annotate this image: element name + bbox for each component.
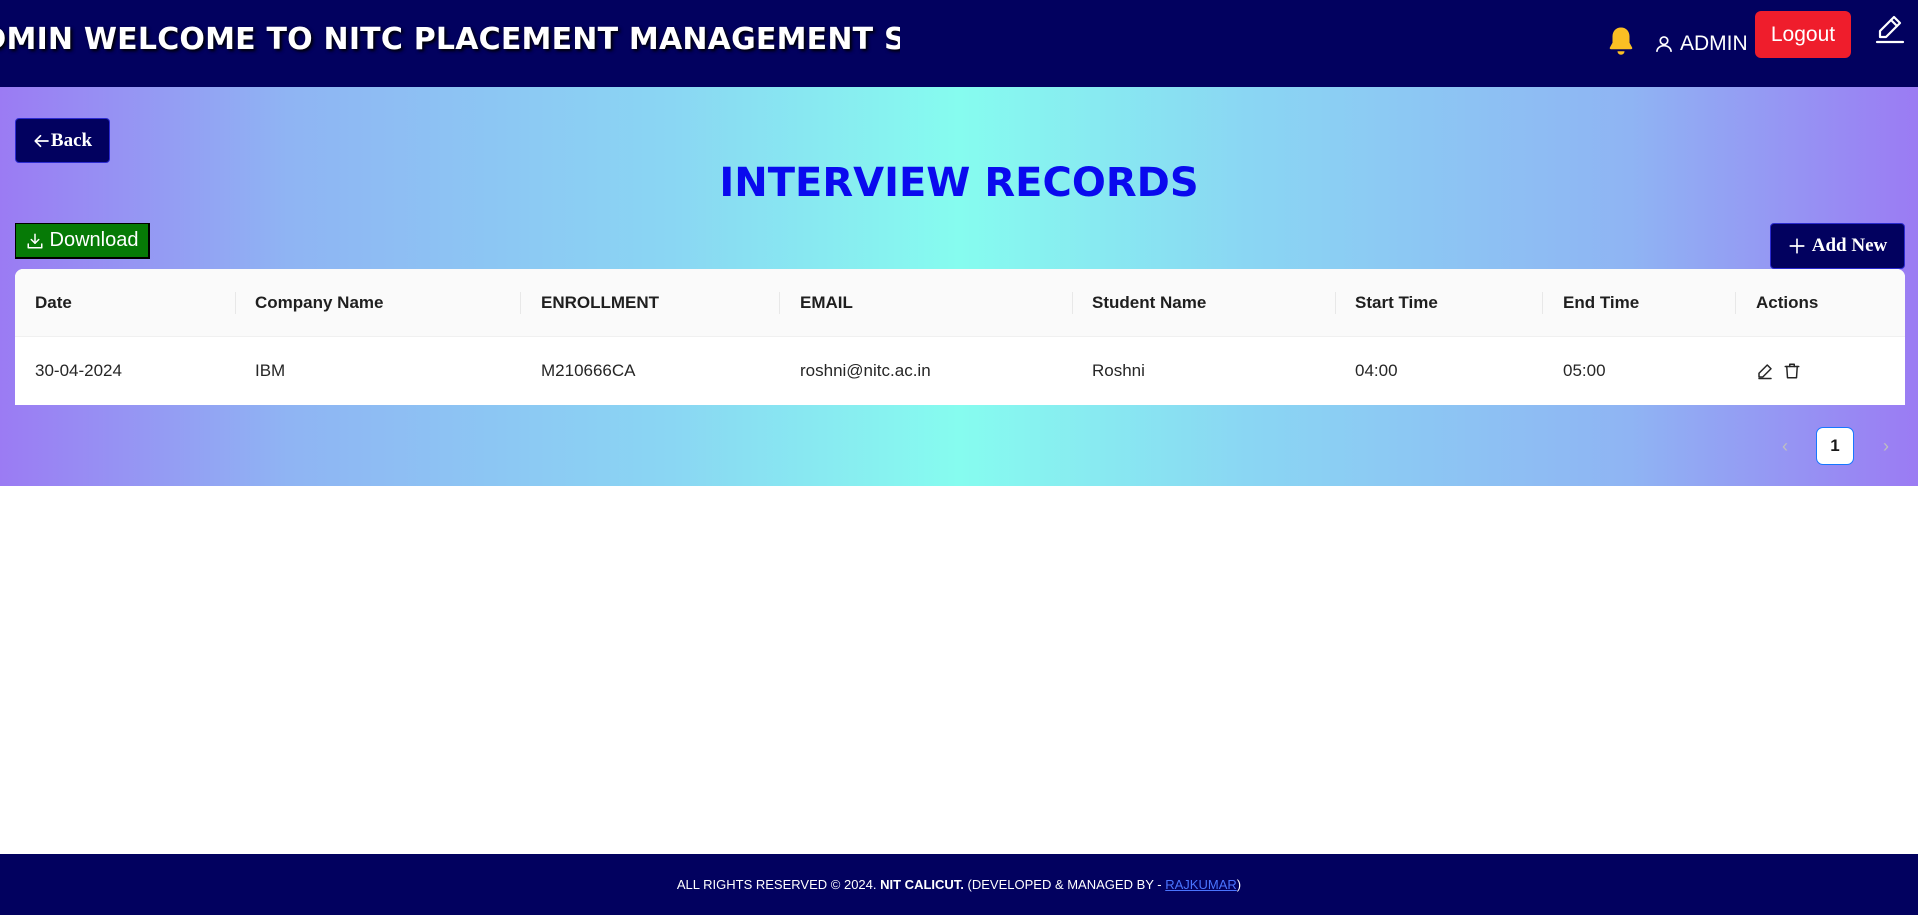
- column-header-email[interactable]: EMAIL: [800, 269, 853, 337]
- column-divider: [779, 292, 780, 314]
- cell-start-time: 04:00: [1355, 361, 1398, 380]
- user-label: ADMIN: [1680, 32, 1748, 55]
- cell-end-time: 05:00: [1563, 361, 1606, 380]
- cell-enrollment: M210666CA: [541, 361, 636, 380]
- column-header-company[interactable]: Company Name: [255, 269, 383, 337]
- footer: ALL RIGHTS RESERVED © 2024. NIT CALICUT.…: [0, 854, 1918, 915]
- cell-company: IBM: [255, 361, 286, 380]
- back-button[interactable]: Back: [15, 118, 110, 163]
- footer-dev-prefix: (DEVELOPED & MANAGED BY -: [967, 877, 1162, 892]
- top-navbar: ADMIN WELCOME TO NITC PLACEMENT MANAGEME…: [0, 0, 1918, 87]
- column-divider: [1542, 292, 1543, 314]
- cell-email: roshni@nitc.ac.in: [800, 361, 931, 380]
- column-divider: [1735, 292, 1736, 314]
- user-icon: [1656, 36, 1672, 52]
- user-menu[interactable]: ADMIN: [1654, 30, 1748, 58]
- welcome-marquee-text: ADMIN WELCOME TO NITC PLACEMENT MANAGEME…: [0, 22, 900, 57]
- column-divider: [235, 292, 236, 314]
- pagination-next-button[interactable]: ›: [1872, 432, 1900, 460]
- column-divider: [520, 292, 521, 314]
- interview-records-table: Date Company Name ENROLLMENT EMAIL Stude…: [15, 269, 1905, 405]
- bell-icon[interactable]: [1604, 24, 1638, 58]
- footer-rights: ALL RIGHTS RESERVED © 2024.: [676, 877, 877, 892]
- developer-link[interactable]: RAJKUMAR: [1165, 877, 1237, 892]
- download-button[interactable]: Download: [15, 223, 150, 259]
- welcome-marquee: ADMIN WELCOME TO NITC PLACEMENT MANAGEME…: [0, 18, 900, 62]
- column-divider: [1072, 292, 1073, 314]
- arrow-left-icon: [34, 134, 49, 147]
- back-label: Back: [50, 129, 93, 151]
- footer-dev-suffix: ): [1236, 877, 1242, 892]
- plus-icon: [1789, 238, 1805, 254]
- table-header: Date Company Name ENROLLMENT EMAIL Stude…: [15, 269, 1905, 337]
- table-row: 30-04-2024 IBM M210666CA roshni@nitc.ac.…: [15, 337, 1905, 405]
- pencil-icon[interactable]: [1874, 12, 1906, 44]
- add-new-label: Add New: [1811, 235, 1888, 256]
- column-header-date[interactable]: Date: [35, 269, 72, 337]
- column-header-actions: Actions: [1756, 293, 1819, 312]
- column-header-start-time[interactable]: Start Time: [1355, 269, 1438, 337]
- edit-icon[interactable]: [1756, 362, 1774, 380]
- column-header-student-name[interactable]: Student Name: [1092, 269, 1206, 337]
- pagination-page-1[interactable]: 1: [1816, 427, 1854, 465]
- pagination-prev-button[interactable]: ‹: [1771, 432, 1799, 460]
- trash-icon[interactable]: [1783, 362, 1801, 380]
- column-header-end-time[interactable]: End Time: [1563, 269, 1639, 337]
- column-divider: [1335, 292, 1336, 314]
- add-new-button[interactable]: Add New: [1770, 223, 1905, 269]
- cell-student-name: Roshni: [1092, 361, 1145, 380]
- download-label: Download: [49, 229, 139, 251]
- footer-org: NIT CALICUT.: [880, 877, 964, 892]
- page-title: INTERVIEW RECORDS: [719, 160, 1199, 206]
- cell-date: 30-04-2024: [35, 361, 122, 380]
- logout-button[interactable]: Logout: [1755, 11, 1851, 58]
- column-header-enrollment[interactable]: ENROLLMENT: [541, 269, 659, 337]
- download-icon: [27, 233, 43, 248]
